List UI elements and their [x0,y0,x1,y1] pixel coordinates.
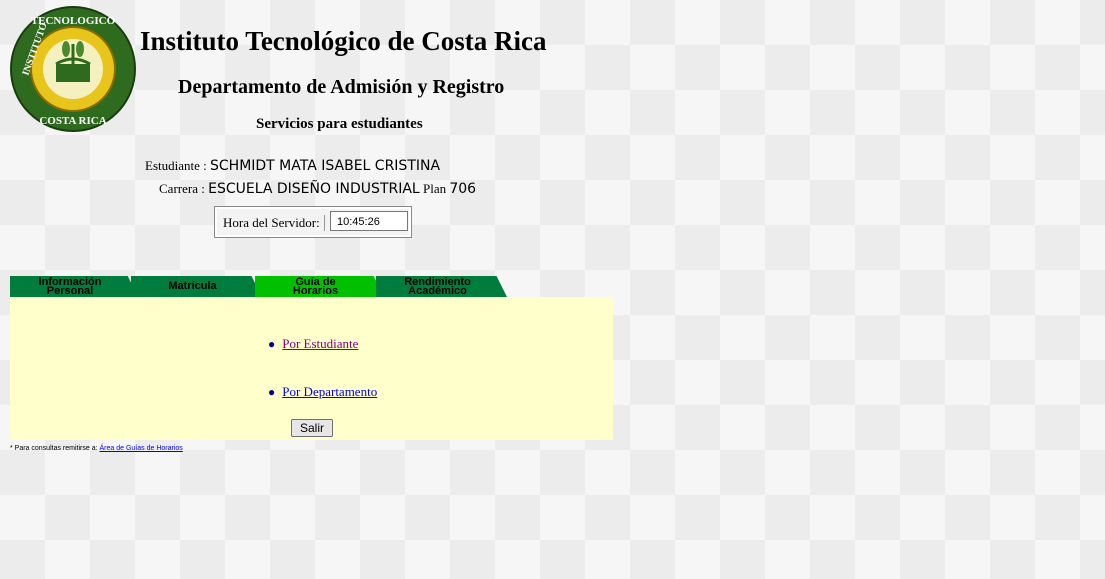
career-name: ESCUELA DISEÑO INDUSTRIAL [208,181,420,197]
tab-bar: Información Personal Matrícula Guía de Hor… [10,276,510,297]
page-title: Instituto Tecnológico de Costa Rica [140,26,547,56]
student-row: Estudiante : SCHMIDT MATA ISABEL CRISTIN… [145,158,440,174]
student-label: Estudiante : [145,158,207,173]
plan-label: Plan [422,181,447,196]
guias-horarios-link[interactable]: Área de Guías de Horarios [100,445,183,452]
salir-button[interactable]: Salir [291,419,333,437]
tab-rendimiento-academico[interactable]: Rendimiento Académico [376,276,507,297]
student-name: SCHMIDT MATA ISABEL CRISTINA [210,158,441,174]
footnote: * Para consultas remitirse a: Área de Gu… [10,445,183,452]
server-time-field[interactable]: 10:45:26 [330,211,408,231]
itcr-logo: TECNOLOGICO INSTITUTO COSTA RICA [6,4,140,134]
svg-text:COSTA RICA: COSTA RICA [39,115,106,127]
tab-guia-de-horarios[interactable]: Guía de Horarios [255,276,384,297]
tab-informacion-personal[interactable]: Información Personal [10,276,138,297]
tab-label: Horarios [292,284,339,297]
department-title: Departamento de Admisión y Registro [178,76,505,98]
career-label: Carrera : [159,181,205,196]
plan-number: 706 [449,181,477,197]
tab-label: Personal [46,284,94,297]
tab-label: Matrícula [168,280,217,292]
por-estudiante-link[interactable]: Por Estudiante [282,336,358,351]
tab-label: Académico [408,284,467,297]
footnote-text: * Para consultas remitirse a: [10,445,98,452]
server-time-box: Hora del Servidor: 10:45:26 [214,206,412,238]
por-departamento-link[interactable]: Por Departamento [282,384,377,399]
career-row: Carrera : ESCUELA DISEÑO INDUSTRIAL Plan… [159,181,476,197]
list-item: ● Por Departamento [268,384,377,400]
services-heading: Servicios para estudiantes [256,116,423,132]
bullet-icon: ● [268,337,276,351]
list-item: ● Por Estudiante [268,336,358,352]
tab-matricula[interactable]: Matrícula [131,276,262,297]
bullet-icon: ● [268,385,276,399]
server-time-label: Hora del Servidor: [223,215,325,231]
